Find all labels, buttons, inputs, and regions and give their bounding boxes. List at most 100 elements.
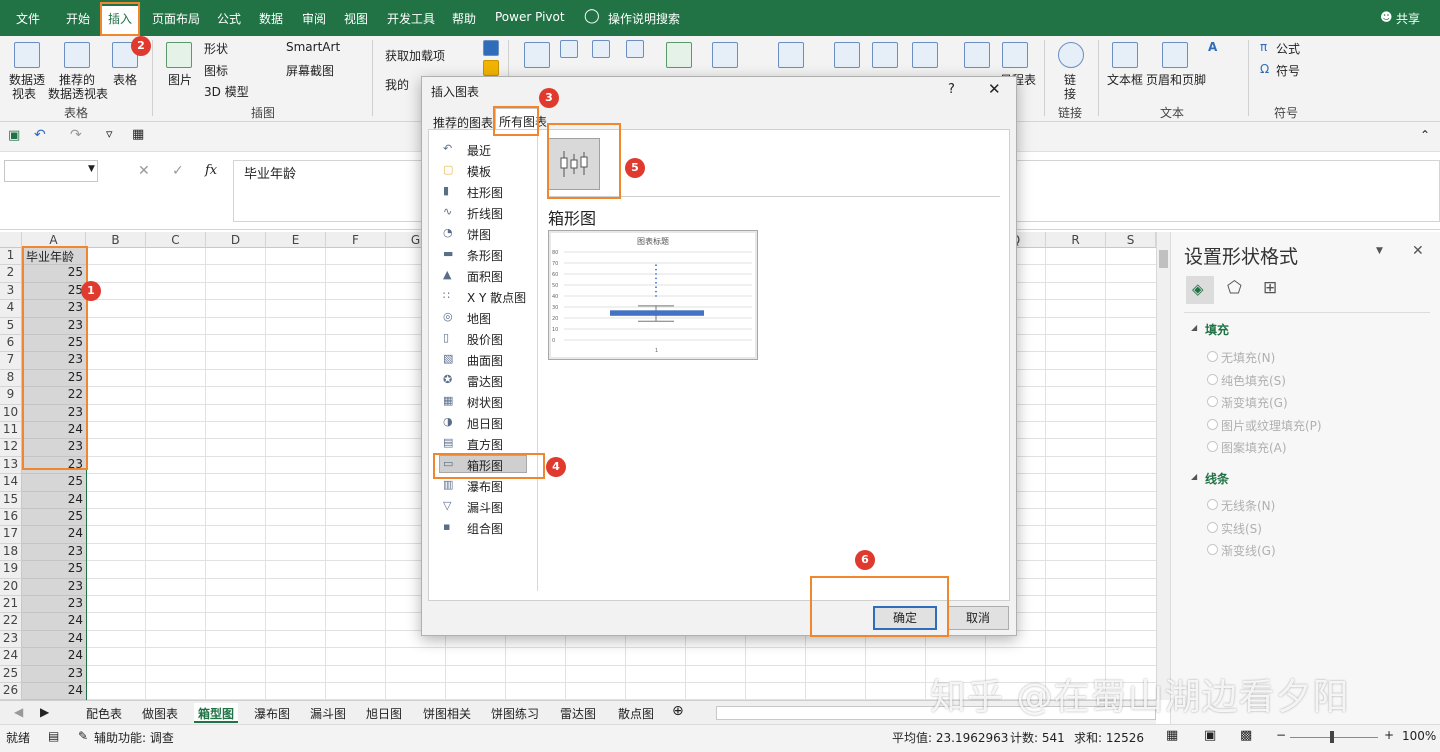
chart-type-item[interactable]: 股价图	[467, 331, 503, 348]
cell-a21[interactable]: 23	[22, 596, 86, 614]
share-button[interactable]: 共享	[1396, 10, 1420, 27]
row-header[interactable]: 3	[0, 282, 22, 301]
equation-button[interactable]: 公式	[1276, 40, 1300, 57]
row-header[interactable]: 17	[0, 526, 22, 544]
row-header[interactable]: 10	[0, 404, 22, 422]
row-header[interactable]: 21	[0, 596, 22, 614]
fill-option-label[interactable]: 图案填充(A)	[1221, 439, 1287, 456]
chart-type-item[interactable]: 曲面图	[467, 352, 503, 369]
accessibility-status[interactable]: 辅助功能: 调查	[94, 729, 174, 746]
smartart-button[interactable]: SmartArt	[286, 40, 340, 54]
row-header[interactable]: 22	[0, 613, 22, 631]
menu-help[interactable]: 帮助	[452, 10, 476, 27]
menu-formulas[interactable]: 公式	[217, 10, 241, 27]
prev-sheet-icon[interactable]: ◀	[14, 703, 23, 723]
chart-type-item[interactable]: 面积图	[467, 268, 503, 285]
row-header[interactable]: 13	[0, 456, 22, 475]
chart-type-item[interactable]: 条形图	[467, 247, 503, 264]
filter-icon[interactable]: ▿	[106, 127, 113, 142]
sheet-tab[interactable]: 雷达图	[560, 703, 596, 723]
screenshot-button[interactable]: 屏幕截图	[286, 62, 334, 79]
icons-button[interactable]: 图标	[204, 62, 228, 79]
row-header[interactable]: 6	[0, 335, 22, 353]
cell-a20[interactable]: 23	[22, 578, 86, 596]
sheet-tab[interactable]: 做图表	[142, 703, 178, 723]
row-header[interactable]: 8	[0, 369, 22, 388]
chart-type-item[interactable]: 旭日图	[467, 415, 503, 432]
close-icon[interactable]: ✕	[1412, 243, 1424, 259]
chart-type-item[interactable]: 漏斗图	[467, 499, 503, 516]
picture-button[interactable]: 图片	[168, 71, 192, 88]
cell-a23[interactable]: 24	[22, 630, 86, 649]
chart-type-item[interactable]: 模板	[467, 163, 491, 180]
line-section-header[interactable]: 线条	[1205, 470, 1229, 487]
cell-a25[interactable]: 23	[22, 665, 86, 683]
row-header[interactable]: 9	[0, 387, 22, 405]
sheet-tab[interactable]: 散点图	[618, 703, 664, 723]
sheet-tab[interactable]: 漏斗图	[310, 703, 346, 723]
menu-page-layout[interactable]: 页面布局	[152, 10, 200, 27]
zoom-in-icon[interactable]: +	[1384, 728, 1394, 742]
add-sheet-icon[interactable]: ⊕	[672, 701, 684, 721]
sheet-tab[interactable]: 饼图练习	[491, 703, 539, 723]
menu-view[interactable]: 视图	[344, 10, 368, 27]
confirm-entry-icon[interactable]: ✓	[172, 163, 184, 179]
row-header[interactable]: 4	[0, 300, 22, 318]
menu-developer[interactable]: 开发工具	[387, 10, 435, 27]
collapse-fill-icon[interactable]: ◢	[1191, 323, 1197, 332]
zoom-slider-thumb[interactable]	[1330, 731, 1334, 743]
pentagon-effects-icon[interactable]: ⬠	[1227, 278, 1242, 298]
sheet-tab-active[interactable]: 箱型图	[194, 703, 239, 723]
cell-a15[interactable]: 24	[22, 491, 86, 509]
row-header[interactable]: 24	[0, 648, 22, 666]
fill-radio[interactable]	[1207, 351, 1218, 362]
help-button[interactable]: ?	[948, 82, 955, 97]
row-header[interactable]: 5	[0, 317, 22, 335]
chart-type-item[interactable]: 组合图	[467, 520, 503, 537]
row-header[interactable]: 20	[0, 578, 22, 596]
fill-radio[interactable]	[1207, 441, 1218, 452]
ribbon-collapse-icon[interactable]: ⌃	[1420, 128, 1430, 142]
row-header[interactable]: 15	[0, 491, 22, 509]
line-radio[interactable]	[1207, 544, 1218, 555]
sheet-tab[interactable]: 旭日图	[366, 703, 402, 723]
row-header[interactable]: 11	[0, 422, 22, 440]
undo-icon[interactable]: ↶	[34, 127, 46, 143]
fill-option-label[interactable]: 图片或纹理填充(P)	[1221, 417, 1322, 434]
next-sheet-icon[interactable]: ▶	[40, 703, 49, 723]
get-addins-button[interactable]: 获取加载项	[385, 47, 445, 64]
my-addins-button[interactable]: 我的	[385, 76, 409, 93]
cell-a24[interactable]: 24	[22, 648, 86, 666]
fill-radio[interactable]	[1207, 418, 1218, 430]
tell-me-search[interactable]: 操作说明搜索	[608, 10, 680, 27]
redo-icon[interactable]: ↷	[70, 127, 82, 143]
menu-data[interactable]: 数据	[259, 10, 283, 27]
column-header[interactable]: B	[86, 232, 146, 248]
symbol-button[interactable]: 符号	[1276, 62, 1300, 79]
close-icon[interactable]: ✕	[988, 80, 1001, 98]
menu-home[interactable]: 开始	[66, 10, 90, 27]
column-header[interactable]: F	[326, 232, 386, 248]
line-option-label[interactable]: 无线条(N)	[1221, 497, 1275, 514]
row-header[interactable]: 2	[0, 265, 22, 283]
row-header[interactable]: 7	[0, 352, 22, 370]
sheet-tab[interactable]: 瀑布图	[254, 703, 290, 723]
fill-section-header[interactable]: 填充	[1205, 321, 1229, 338]
size-properties-icon[interactable]: ⊞	[1263, 278, 1277, 298]
page-layout-view-icon[interactable]: ▣	[1204, 728, 1216, 743]
cell-a18[interactable]: 23	[22, 543, 86, 562]
menu-power-pivot[interactable]: Power Pivot	[495, 10, 565, 24]
table-button[interactable]: 表格	[113, 71, 137, 88]
fill-option-label[interactable]: 无填充(N)	[1221, 349, 1275, 366]
cell-a22[interactable]: 24	[22, 613, 86, 631]
line-option-label[interactable]: 实线(S)	[1221, 520, 1262, 537]
chart-type-item[interactable]: 雷达图	[467, 373, 503, 390]
cancel-entry-icon[interactable]: ✕	[138, 163, 150, 179]
3d-model-button[interactable]: 3D 模型	[204, 83, 249, 100]
chart-type-item[interactable]: 直方图	[467, 436, 503, 453]
scrollbar-thumb[interactable]	[1159, 250, 1168, 268]
line-radio[interactable]	[1207, 521, 1218, 533]
fill-radio[interactable]	[1207, 373, 1218, 385]
chart-type-item[interactable]: 树状图	[467, 394, 503, 411]
vertical-scrollbar[interactable]	[1156, 232, 1170, 700]
